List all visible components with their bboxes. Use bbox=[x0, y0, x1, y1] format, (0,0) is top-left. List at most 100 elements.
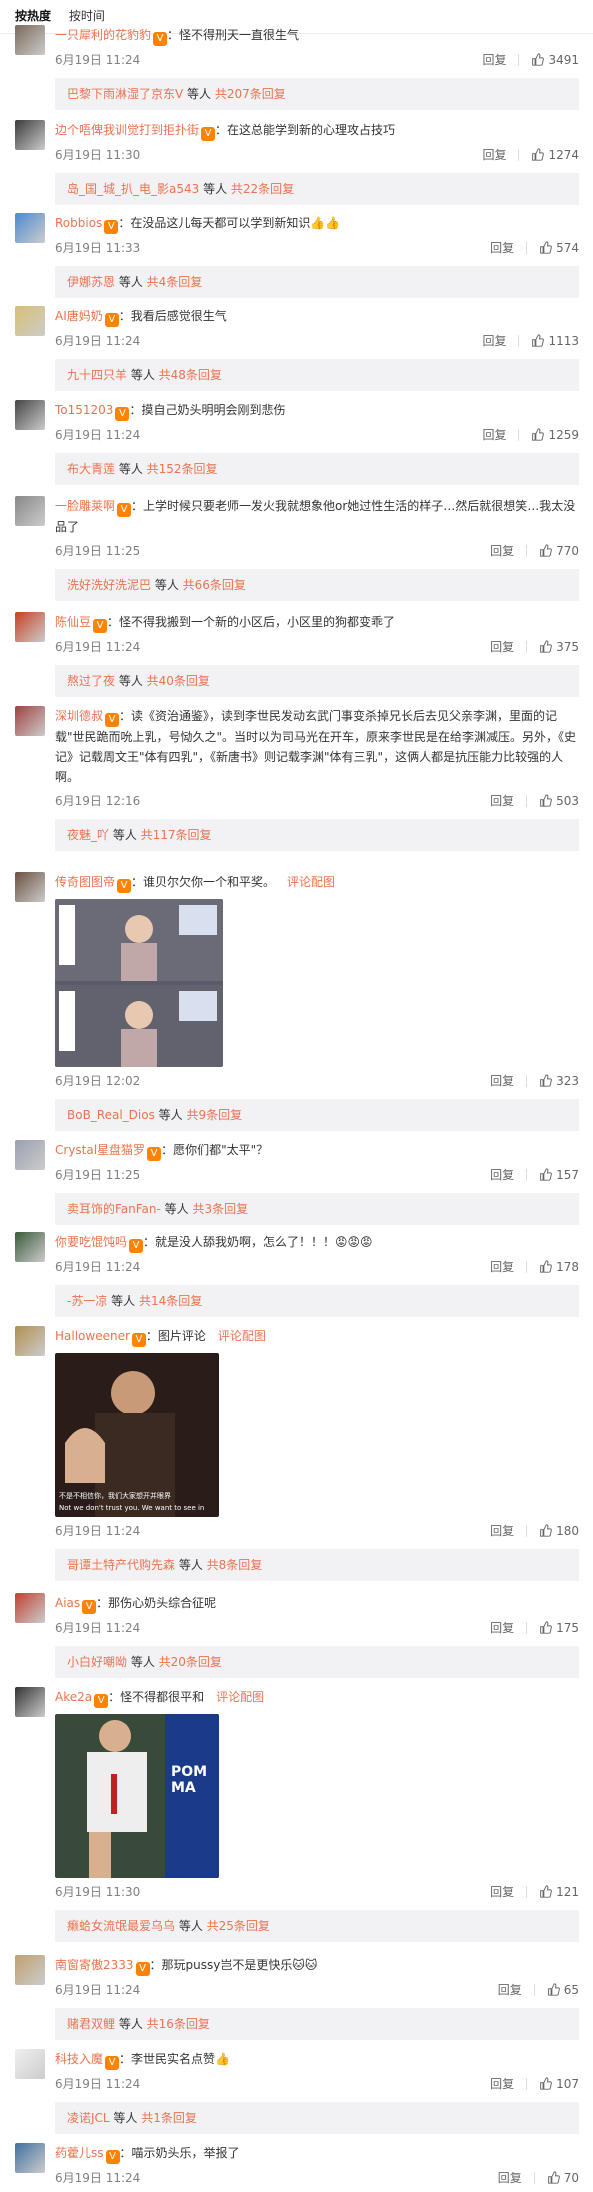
sub-reply-username[interactable]: 岛_国_城_扒_电_影a543 bbox=[67, 182, 199, 196]
reply-button[interactable]: 回复 bbox=[490, 1621, 514, 1635]
tab-time[interactable]: 按时间 bbox=[69, 7, 105, 24]
view-picture-link[interactable]: 评论配图 bbox=[218, 1329, 266, 1343]
sub-reply-summary[interactable]: BoB_Real_Dios 等人 共9条回复 bbox=[55, 1099, 579, 1131]
tab-hot[interactable]: 按热度 bbox=[15, 7, 51, 24]
like-button[interactable]: 70 bbox=[547, 2171, 579, 2185]
reply-button[interactable]: 回复 bbox=[490, 1524, 514, 1538]
like-button[interactable]: 178 bbox=[539, 1260, 579, 1274]
comment-username[interactable]: 药藿儿ss bbox=[55, 2146, 104, 2160]
like-button[interactable]: 1274 bbox=[531, 148, 579, 162]
sub-reply-summary[interactable]: 赌君双鲤 等人 共16条回复 bbox=[55, 2008, 579, 2040]
sub-reply-summary[interactable]: 巴黎下雨淋湿了京东V 等人 共207条回复 bbox=[55, 78, 579, 110]
reply-button[interactable]: 回复 bbox=[490, 640, 514, 654]
sub-reply-username[interactable]: 巴黎下雨淋湿了京东V bbox=[67, 87, 183, 101]
sub-reply-more[interactable]: 共25条回复 bbox=[207, 1919, 270, 1933]
sub-reply-username[interactable]: 小白好嘲呦 bbox=[67, 1655, 127, 1669]
sub-reply-more[interactable]: 共3条回复 bbox=[193, 1202, 249, 1216]
sub-reply-more[interactable]: 共117条回复 bbox=[141, 828, 212, 842]
avatar[interactable] bbox=[15, 706, 45, 736]
comment-username[interactable]: Crystal星盘猫罗 bbox=[55, 1143, 145, 1157]
sub-reply-username[interactable]: 布大青莲 bbox=[67, 462, 115, 476]
sub-reply-more[interactable]: 共48条回复 bbox=[159, 368, 222, 382]
sub-reply-username[interactable]: 洗好洗好洗泥巴 bbox=[67, 578, 151, 592]
reply-button[interactable]: 回复 bbox=[490, 2077, 514, 2091]
avatar[interactable] bbox=[15, 25, 45, 55]
sub-reply-more[interactable]: 共152条回复 bbox=[147, 462, 218, 476]
sub-reply-summary[interactable]: 夜魅_吖 等人 共117条回复 bbox=[55, 819, 579, 851]
comment-username[interactable]: Aias bbox=[55, 1596, 80, 1610]
comment-picture[interactable] bbox=[55, 899, 223, 1067]
sub-reply-more[interactable]: 共1条回复 bbox=[141, 2111, 197, 2125]
sub-reply-more[interactable]: 共207条回复 bbox=[215, 87, 286, 101]
sub-reply-summary[interactable]: 伊娜苏恩 等人 共4条回复 bbox=[55, 266, 579, 298]
like-button[interactable]: 180 bbox=[539, 1524, 579, 1538]
sub-reply-username[interactable]: 赌君双鲤 bbox=[67, 2017, 115, 2031]
avatar[interactable] bbox=[15, 1955, 45, 1985]
like-button[interactable]: 574 bbox=[539, 241, 579, 255]
view-picture-link[interactable]: 评论配图 bbox=[216, 1690, 264, 1704]
avatar[interactable] bbox=[15, 120, 45, 150]
avatar[interactable] bbox=[15, 872, 45, 902]
sub-reply-summary[interactable]: 哥谭土特产代购先森 等人 共8条回复 bbox=[55, 1549, 579, 1581]
avatar[interactable] bbox=[15, 612, 45, 642]
sub-reply-username[interactable]: 熬过了夜 bbox=[67, 674, 115, 688]
comment-username[interactable]: AI唐妈奶 bbox=[55, 309, 103, 323]
reply-button[interactable]: 回复 bbox=[490, 544, 514, 558]
comment-username[interactable]: Halloweener bbox=[55, 1329, 130, 1343]
like-button[interactable]: 375 bbox=[539, 640, 579, 654]
sub-reply-more[interactable]: 共14条回复 bbox=[139, 1294, 202, 1308]
sub-reply-summary[interactable]: 卖耳饰的FanFan- 等人 共3条回复 bbox=[55, 1193, 579, 1225]
comment-username[interactable]: Robbios bbox=[55, 216, 102, 230]
comment-username[interactable]: 边个唔俾我训觉打到拒扑街 bbox=[55, 123, 199, 137]
sub-reply-more[interactable]: 共9条回复 bbox=[186, 1108, 242, 1122]
sub-reply-summary[interactable]: 熬过了夜 等人 共40条回复 bbox=[55, 665, 579, 697]
comment-username[interactable]: 你要吃馄饨吗 bbox=[55, 1235, 127, 1249]
like-button[interactable]: 121 bbox=[539, 1885, 579, 1899]
reply-button[interactable]: 回复 bbox=[482, 428, 506, 442]
like-button[interactable]: 1113 bbox=[531, 334, 579, 348]
sub-reply-more[interactable]: 共66条回复 bbox=[183, 578, 246, 592]
reply-button[interactable]: 回复 bbox=[490, 794, 514, 808]
comment-username[interactable]: 深圳德叔 bbox=[55, 709, 103, 723]
sub-reply-more[interactable]: 共16条回复 bbox=[147, 2017, 210, 2031]
avatar[interactable] bbox=[15, 1232, 45, 1262]
sub-reply-username[interactable]: 哥谭土特产代购先森 bbox=[67, 1558, 175, 1572]
sub-reply-summary[interactable]: 洗好洗好洗泥巴 等人 共66条回复 bbox=[55, 569, 579, 601]
sub-reply-more[interactable]: 共40条回复 bbox=[147, 674, 210, 688]
sub-reply-summary[interactable]: -苏一凉 等人 共14条回复 bbox=[55, 1285, 579, 1317]
view-picture-link[interactable]: 评论配图 bbox=[287, 875, 335, 889]
avatar[interactable] bbox=[15, 1326, 45, 1356]
like-button[interactable]: 175 bbox=[539, 1621, 579, 1635]
reply-button[interactable]: 回复 bbox=[498, 2171, 522, 2185]
like-button[interactable]: 323 bbox=[539, 1074, 579, 1088]
comment-username[interactable]: 陈仙豆 bbox=[55, 615, 91, 629]
reply-button[interactable]: 回复 bbox=[490, 1885, 514, 1899]
sub-reply-username[interactable]: 伊娜苏恩 bbox=[67, 275, 115, 289]
sub-reply-username[interactable]: -苏一凉 bbox=[67, 1294, 107, 1308]
avatar[interactable] bbox=[15, 400, 45, 430]
like-button[interactable]: 770 bbox=[539, 544, 579, 558]
reply-button[interactable]: 回复 bbox=[498, 1983, 522, 1997]
avatar[interactable] bbox=[15, 2143, 45, 2173]
comment-username[interactable]: Ake2a bbox=[55, 1690, 92, 1704]
comment-username[interactable]: 一只犀利的花豹豹 bbox=[55, 28, 151, 42]
sub-reply-username[interactable]: 卖耳饰的FanFan- bbox=[67, 1202, 161, 1216]
sub-reply-username[interactable]: BoB_Real_Dios bbox=[67, 1108, 155, 1122]
sub-reply-username[interactable]: 九十四只羊 bbox=[67, 368, 127, 382]
like-button[interactable]: 65 bbox=[547, 1983, 579, 1997]
comment-picture[interactable]: POM MA bbox=[55, 1714, 219, 1878]
comment-picture[interactable]: 不是不相信你，我们大家想开并眼界 Not we don't trust you. … bbox=[55, 1353, 219, 1517]
like-button[interactable]: 3491 bbox=[531, 53, 579, 67]
sub-reply-username[interactable]: 夜魅_吖 bbox=[67, 828, 109, 842]
sub-reply-summary[interactable]: 九十四只羊 等人 共48条回复 bbox=[55, 359, 579, 391]
reply-button[interactable]: 回复 bbox=[482, 148, 506, 162]
reply-button[interactable]: 回复 bbox=[490, 1168, 514, 1182]
sub-reply-more[interactable]: 共20条回复 bbox=[159, 1655, 222, 1669]
sub-reply-more[interactable]: 共22条回复 bbox=[231, 182, 294, 196]
like-button[interactable]: 107 bbox=[539, 2077, 579, 2091]
comment-username[interactable]: 一脸雕莱啊 bbox=[55, 499, 115, 513]
sub-reply-summary[interactable]: 布大青莲 等人 共152条回复 bbox=[55, 453, 579, 485]
avatar[interactable] bbox=[15, 306, 45, 336]
sub-reply-summary[interactable]: 癞蛤女流氓最爱乌乌 等人 共25条回复 bbox=[55, 1910, 579, 1942]
sub-reply-more[interactable]: 共8条回复 bbox=[207, 1558, 263, 1572]
